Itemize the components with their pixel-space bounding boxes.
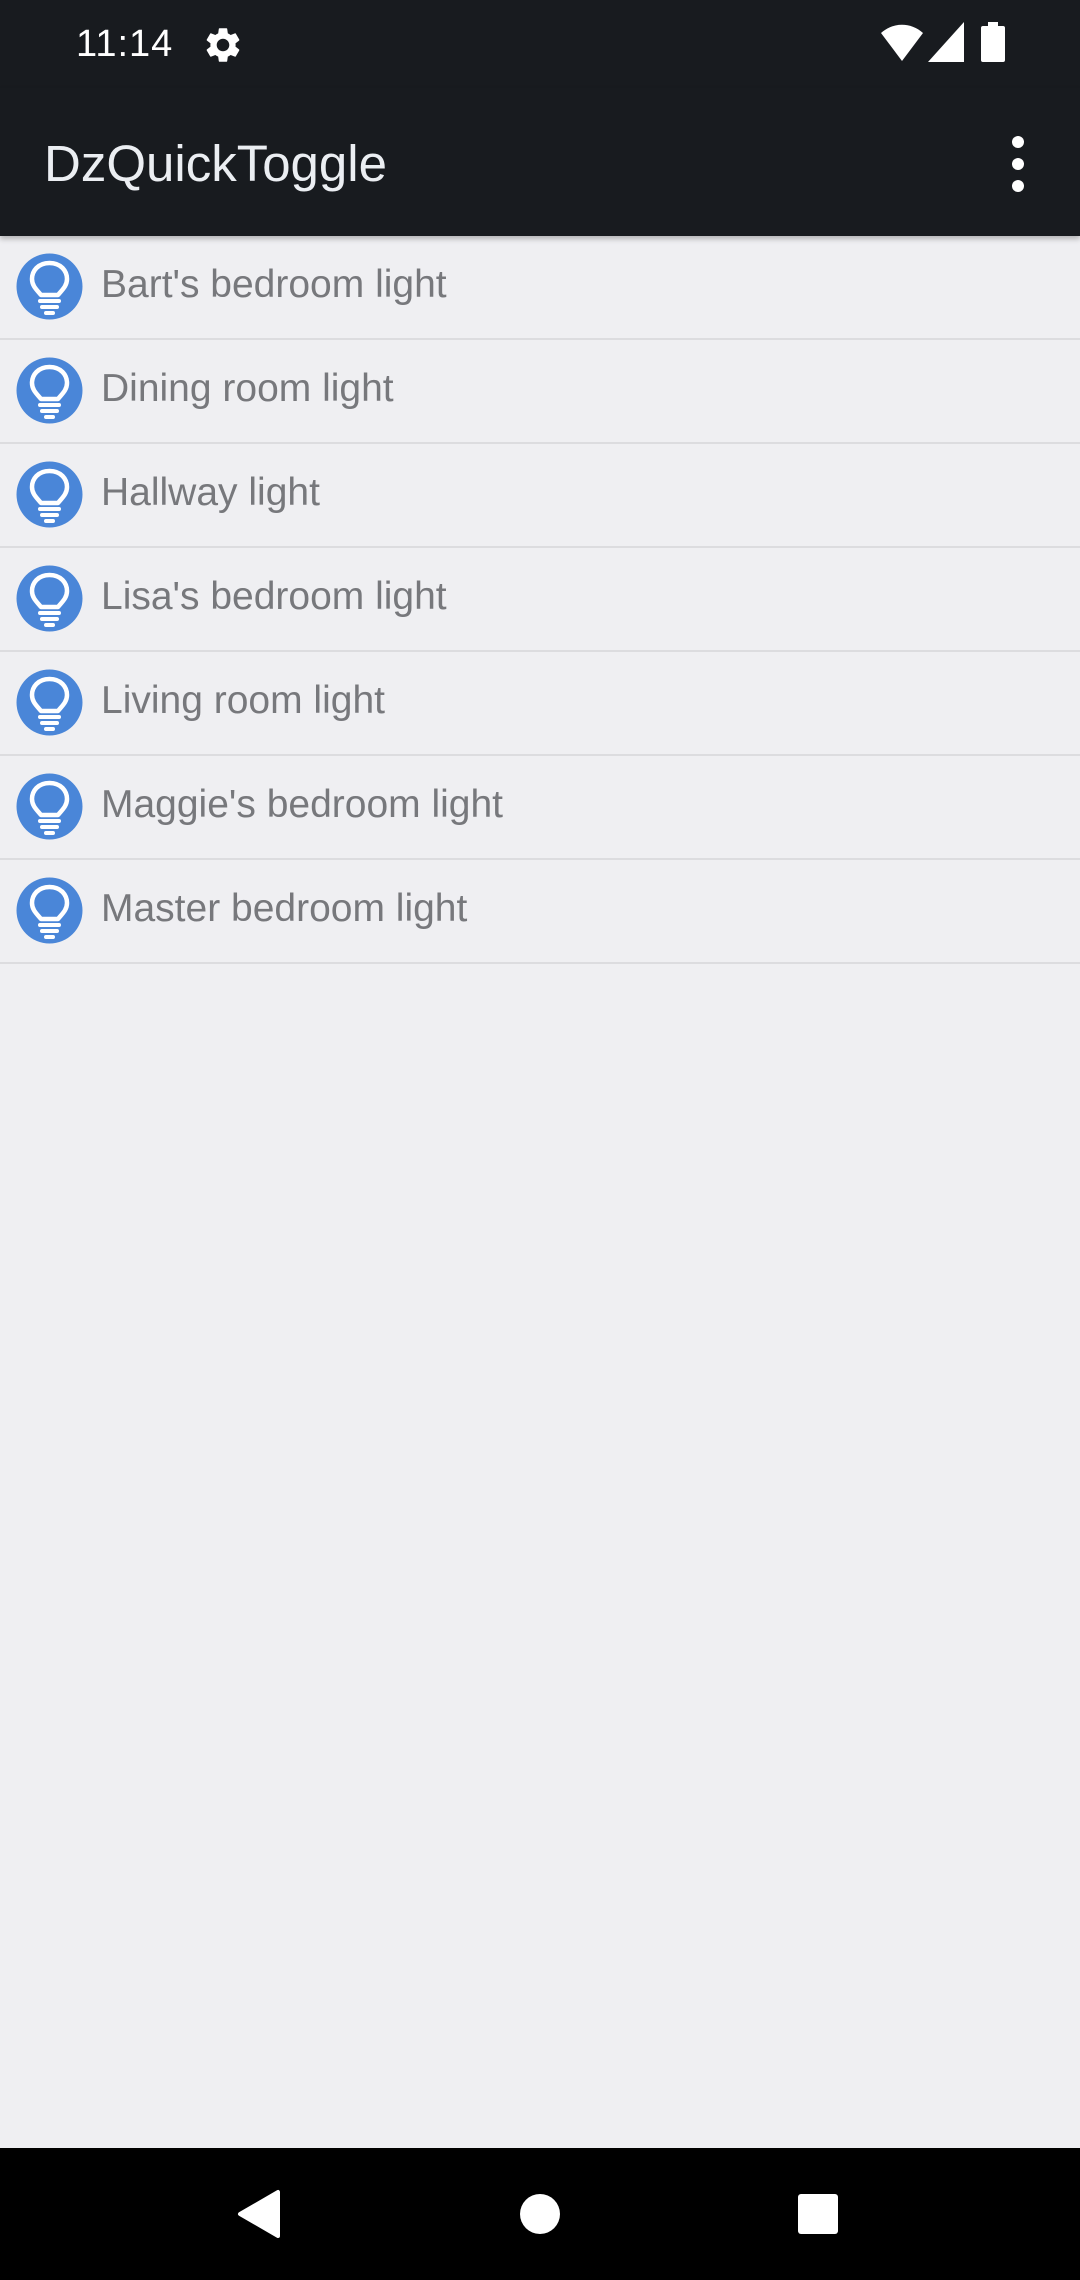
status-time: 11:14 — [76, 23, 174, 65]
lightbulb-icon — [16, 461, 83, 528]
lightbulb-icon — [16, 669, 83, 736]
status-bar: 11:14 — [0, 0, 1080, 88]
lightbulb-icon — [16, 773, 83, 840]
device-label: Dining room light — [101, 367, 394, 410]
device-label: Lisa's bedroom light — [101, 575, 447, 618]
app-bar: DzQuickToggle — [0, 88, 1080, 236]
list-item[interactable]: Hallway light — [0, 444, 1080, 548]
device-label: Living room light — [101, 679, 385, 722]
device-label: Bart's bedroom light — [101, 263, 447, 306]
list-item[interactable]: Dining room light — [0, 340, 1080, 444]
device-label: Hallway light — [101, 471, 320, 514]
battery-icon — [981, 22, 1005, 62]
more-vert-icon[interactable] — [990, 128, 1046, 200]
wifi-icon — [881, 24, 923, 61]
lightbulb-icon — [16, 565, 83, 632]
list-item[interactable]: Maggie's bedroom light — [0, 756, 1080, 860]
device-label: Master bedroom light — [101, 887, 468, 930]
list-item[interactable]: Bart's bedroom light — [0, 236, 1080, 340]
settings-icon — [206, 28, 240, 62]
lightbulb-icon — [16, 357, 83, 424]
navigation-bar — [0, 2148, 1080, 2280]
list-item[interactable]: Master bedroom light — [0, 860, 1080, 964]
device-label: Maggie's bedroom light — [101, 783, 503, 826]
app-title: DzQuickToggle — [44, 135, 387, 192]
back-icon[interactable] — [234, 2188, 282, 2240]
lightbulb-icon — [16, 253, 83, 320]
cell-signal-icon — [928, 22, 964, 62]
device-list: Bart's bedroom light Dining room light Hal… — [0, 236, 1080, 964]
lightbulb-icon — [16, 877, 83, 944]
list-item[interactable]: Lisa's bedroom light — [0, 548, 1080, 652]
recents-icon[interactable] — [797, 2193, 839, 2235]
home-icon[interactable] — [518, 2192, 562, 2236]
list-item[interactable]: Living room light — [0, 652, 1080, 756]
